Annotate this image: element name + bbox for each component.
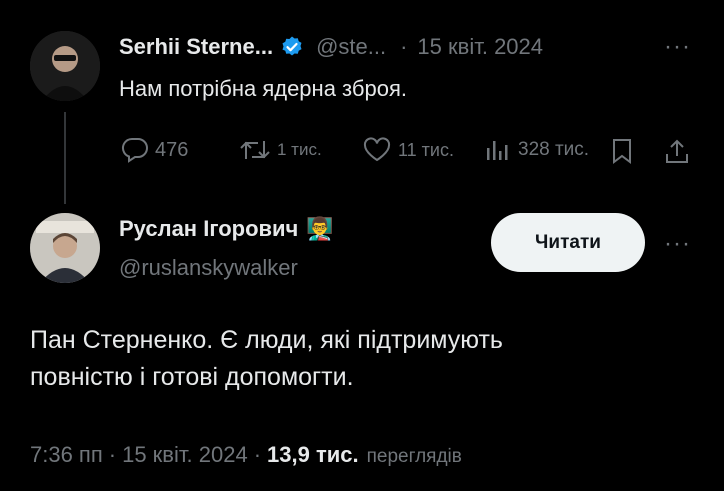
reply-bubble-icon [121,137,149,163]
reply-button[interactable]: 476 [121,137,188,163]
bar-chart-icon [484,137,512,163]
share-icon[interactable] [664,137,690,165]
like-count: 11 тис. [398,139,454,160]
quoted-text: Нам потрібна ядерна зброя. [119,76,407,101]
reply-count: 476 [155,138,189,161]
more-dots-icon[interactable]: ··· [664,33,691,61]
reply-text-line-1: Пан Стерненко. Є люди, які підтримують [30,326,503,354]
follow-button[interactable]: Читати [491,213,645,272]
quoted-date[interactable]: 15 квіт. 2024 [417,34,543,60]
reply-views-count: 13,9 тис. [267,442,359,467]
like-button[interactable]: 11 тис. [362,137,454,163]
quoted-handle[interactable]: @ste... [316,34,386,60]
reply-meta: 7:36 пп · 15 квіт. 2024 · 13,9 тис. пере… [30,442,462,468]
reply-header: Руслан Ігорович 👨‍🏫 [119,216,334,242]
quoted-header: Serhii Sterne... @ste... · 15 квіт. 2024 [119,34,543,60]
views-button[interactable]: 328 тис. [484,137,589,163]
bookmark-icon[interactable] [611,137,633,165]
reply-author-name[interactable]: Руслан Ігорович [119,216,298,242]
separator-dot: · [108,442,117,467]
teacher-emoji-icon: 👨‍🏫 [306,216,334,241]
reply-handle[interactable]: @ruslanskywalker [119,255,298,281]
repost-button[interactable]: 1 тис. [239,137,322,163]
reply-text: Пан Стерненко. Є люди, які підтримують п… [30,322,503,396]
reply-date[interactable]: 15 квіт. 2024 [122,442,248,468]
views-count: 328 тис. [518,139,590,160]
verified-badge-icon [280,35,304,59]
thread-line [64,112,66,204]
separator-dot: · [400,34,408,59]
repost-icon [239,137,271,163]
reply-time[interactable]: 7:36 пп [30,442,103,468]
more-dots-icon-reply[interactable]: ··· [664,230,691,258]
reply-views-label: переглядів [366,446,462,467]
avatar-reply-author[interactable] [30,213,100,283]
repost-count: 1 тис. [277,140,322,159]
separator-dot: · [253,442,262,467]
quoted-author-name[interactable]: Serhii Sterne... [119,34,273,60]
heart-icon [362,137,392,163]
reply-text-line-2: повністю і готові допомогти. [30,363,354,391]
avatar-quoted-author[interactable] [30,31,100,101]
